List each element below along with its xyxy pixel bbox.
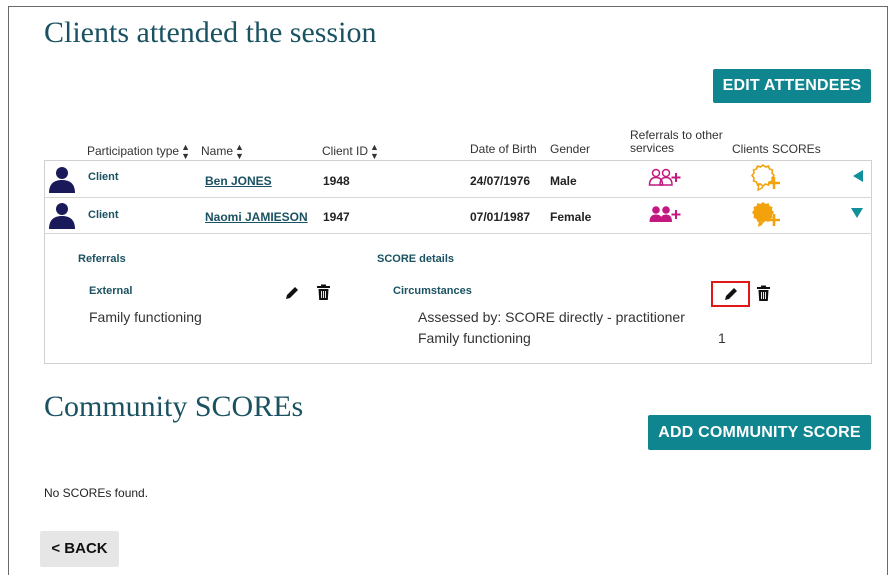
referral-people-add-icon[interactable] (648, 204, 682, 224)
trash-icon[interactable] (756, 285, 771, 302)
header-participation-type[interactable]: Participation type ▲ ▼ (87, 143, 190, 161)
gender: Female (550, 210, 592, 224)
header-participation-type-label: Participation type (87, 144, 180, 159)
score-domain: Family functioning (418, 330, 531, 346)
page-title: Clients attended the session (44, 16, 377, 49)
date-of-birth: 07/01/1987 (470, 210, 531, 224)
client-name-link[interactable]: Ben JONES (205, 174, 272, 188)
client-id: 1947 (323, 210, 350, 224)
no-scores-message: No SCOREs found. (44, 486, 149, 500)
community-scores-title: Community SCOREs (44, 390, 304, 423)
date-of-birth: 24/07/1976 (470, 174, 531, 188)
score-value: 1 (718, 330, 726, 346)
header-referrals-line2: services (630, 141, 675, 155)
header-scores: Clients SCOREs (732, 142, 821, 156)
award-badge-add-icon[interactable] (750, 163, 780, 191)
trash-icon[interactable] (316, 284, 331, 301)
gender: Male (550, 174, 577, 188)
client-id: 1948 (323, 174, 350, 188)
sort-arrows-icon: ▲ ▼ (370, 142, 379, 161)
assessed-by: Assessed by: SCORE directly - practition… (418, 309, 685, 325)
edit-attendees-button[interactable]: EDIT ATTENDEES (713, 69, 871, 103)
triangle-left-icon[interactable] (852, 169, 864, 183)
referral-people-add-icon[interactable] (648, 167, 682, 187)
header-client-id[interactable]: Client ID ▲ ▼ (322, 143, 379, 161)
header-client-id-label: Client ID (322, 144, 369, 159)
referral-type: External (89, 285, 133, 297)
person-icon (49, 167, 75, 193)
triangle-down-icon[interactable] (850, 207, 864, 219)
sort-arrows-icon: ▲ ▼ (181, 142, 190, 161)
participation-type: Client (88, 171, 119, 183)
score-details-heading: SCORE details (377, 253, 455, 265)
participation-type: Client (88, 209, 119, 221)
highlight-box (711, 281, 750, 307)
row-divider (44, 233, 872, 234)
award-badge-add-icon[interactable] (750, 200, 780, 228)
client-name-link[interactable]: Naomi JAMIESON (205, 210, 308, 224)
header-gender: Gender (550, 142, 591, 156)
pencil-icon[interactable] (284, 285, 300, 301)
header-name-label: Name (201, 144, 234, 159)
referral-value: Family functioning (89, 309, 202, 325)
referrals-heading: Referrals (78, 253, 126, 265)
back-button[interactable]: < BACK (40, 531, 119, 567)
header-dob: Date of Birth (470, 142, 537, 156)
row-divider (44, 197, 872, 198)
person-icon (49, 203, 75, 229)
sort-arrows-icon: ▲ ▼ (235, 142, 244, 161)
score-type: Circumstances (393, 285, 472, 297)
header-referrals: Referrals to other services (630, 129, 723, 155)
add-community-score-button[interactable]: ADD COMMUNITY SCORE (648, 415, 871, 450)
header-name[interactable]: Name ▲ ▼ (201, 143, 244, 161)
